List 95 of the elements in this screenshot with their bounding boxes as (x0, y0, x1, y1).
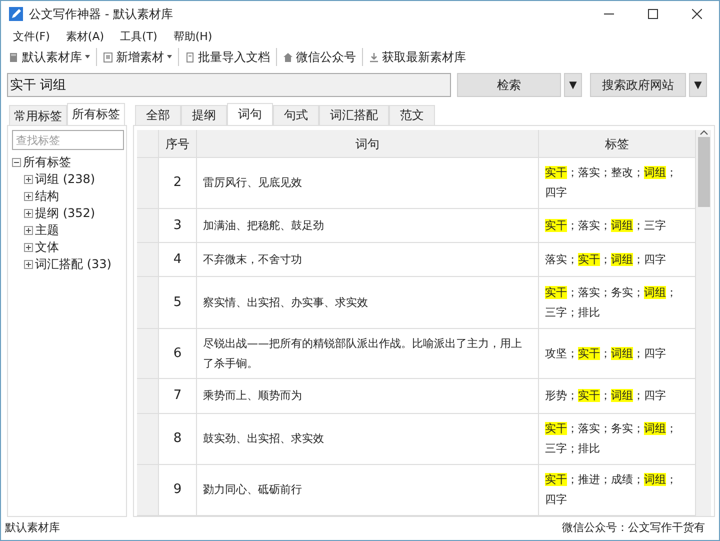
search-button[interactable]: 检索 (457, 73, 561, 97)
table-cell: 2 (159, 158, 197, 209)
tab[interactable]: 常用标签 (9, 105, 67, 125)
table-cell: 勠力同心、砥砺前行 (197, 465, 539, 516)
dropdown-button[interactable]: ▼ (564, 73, 582, 97)
toolbar-button[interactable]: 默认素材库 (5, 46, 94, 68)
tag-text: 三字； (545, 442, 578, 455)
tag-text: 四字 (545, 493, 567, 506)
tag-text: 务实； (611, 286, 644, 298)
menu-item[interactable]: 帮助(H) (167, 28, 218, 44)
table-cell: 9 (159, 465, 197, 516)
tag-text: 落实； (545, 252, 578, 266)
table-cell: 鼓实劲、出实招、求实效 (197, 414, 539, 465)
status-text: 微信公众号：公文写作干货有 (562, 520, 705, 534)
search-field[interactable]: 实干 词组 (7, 73, 451, 97)
table-cell: 5 (159, 277, 197, 329)
toolbar-button[interactable]: 批量导入文档 (181, 46, 274, 68)
tag-text: 四字 (644, 252, 666, 266)
scrollbar[interactable] (696, 130, 711, 516)
table-cell: 察实情、出实招、办实事、求实效 (197, 277, 539, 329)
document-icon (185, 52, 195, 62)
tag-text: 落实； (578, 422, 611, 435)
tree-item[interactable]: 主题 (35, 222, 59, 239)
tab[interactable]: 范文 (389, 105, 435, 125)
row-header[interactable] (137, 243, 159, 277)
tree-item[interactable]: 词汇搭配 (33) (35, 256, 112, 273)
column-header: 标签 (539, 130, 696, 158)
tag-text: 推进； (578, 473, 611, 486)
tag-text: 形势； (545, 389, 578, 402)
tag-text: 四字 (545, 186, 567, 199)
toolbar-button[interactable]: 新增素材 (99, 46, 176, 68)
menu-item[interactable]: 素材(A) (60, 28, 110, 44)
tree-item[interactable]: 词组 (238) (35, 171, 96, 188)
menu-item[interactable]: 文件(F) (7, 28, 56, 44)
tag-text: 成绩； (611, 473, 644, 486)
tab[interactable]: 提纲 (181, 105, 227, 125)
dropdown-icon (85, 55, 90, 59)
column-header: 词句 (197, 130, 539, 158)
table-cell: 7 (159, 379, 197, 414)
tag-text: 整改； (611, 166, 644, 179)
table-cell: 3 (159, 209, 197, 243)
document-icon (103, 52, 113, 62)
tab[interactable]: 所有标签 (67, 103, 125, 125)
menu-item[interactable]: 工具(T) (114, 28, 164, 44)
app-icon (9, 7, 23, 21)
tag-text: 三字； (545, 306, 578, 318)
tag-search-field[interactable]: 查找标签 (12, 130, 124, 150)
tab[interactable]: 句式 (273, 105, 319, 125)
scroll-up-icon (700, 130, 708, 135)
row-header[interactable] (137, 379, 159, 414)
tree-item[interactable]: 结构 (35, 188, 59, 205)
tag-text: 排比 (578, 306, 600, 318)
table-cell: 加满油、把稳舵、鼓足劲 (197, 209, 539, 243)
tab[interactable]: 全部 (135, 105, 181, 125)
table-cell: 尽锐出战——把所有的精锐部队派出作战。比喻派出了主力，用上了杀手锏。 (197, 329, 539, 379)
close-icon[interactable] (692, 9, 702, 19)
column-header: 序号 (159, 130, 197, 158)
tag-text: 落实； (578, 286, 611, 298)
table-cell: 8 (159, 414, 197, 465)
toolbar-button[interactable]: 获取最新素材库 (365, 46, 470, 68)
dropdown-button[interactable]: ▼ (689, 73, 707, 97)
row-header[interactable] (137, 158, 159, 209)
tree-item[interactable]: 文体 (35, 239, 59, 256)
tree-item[interactable]: 所有标签 (23, 154, 71, 171)
search-button[interactable]: 搜索政府网站 (590, 73, 686, 97)
row-header[interactable] (137, 414, 159, 465)
tag-text: 攻坚； (545, 346, 578, 360)
row-header[interactable] (137, 209, 159, 243)
table-cell: 6 (159, 329, 197, 379)
table-cell: 乘势而上、顺势而为 (197, 379, 539, 414)
tree-item[interactable]: 提纲 (352) (35, 205, 96, 222)
database-icon (9, 52, 19, 62)
tag-text: 落实； (578, 166, 611, 179)
window-title: 公文写作神器 - 默认素材库 (29, 6, 173, 22)
dropdown-icon (167, 55, 172, 59)
tag-text: 四字 (644, 346, 666, 360)
maximize-icon[interactable] (648, 9, 658, 19)
download-icon (369, 52, 379, 62)
tab[interactable]: 词汇搭配 (319, 105, 389, 125)
status-text: 默认素材库 (5, 520, 60, 534)
tag-text: 务实； (611, 422, 644, 435)
home-icon (283, 52, 293, 62)
tag-text: 四字 (644, 389, 666, 402)
scrollbar-thumb[interactable] (698, 137, 710, 207)
toolbar-button[interactable]: 微信公众号 (279, 46, 360, 68)
table-cell: 4 (159, 243, 197, 277)
table-cell: 雷厉风行、见底见效 (197, 158, 539, 209)
row-header[interactable] (137, 329, 159, 379)
tag-text: 落实； (578, 218, 611, 232)
tag-text: 三字 (644, 218, 666, 232)
tab[interactable]: 词句 (227, 103, 273, 125)
tag-text: 排比 (578, 442, 600, 455)
row-header[interactable] (137, 465, 159, 516)
table-cell: 不弃微末，不舍寸功 (197, 243, 539, 277)
row-header[interactable] (137, 277, 159, 329)
